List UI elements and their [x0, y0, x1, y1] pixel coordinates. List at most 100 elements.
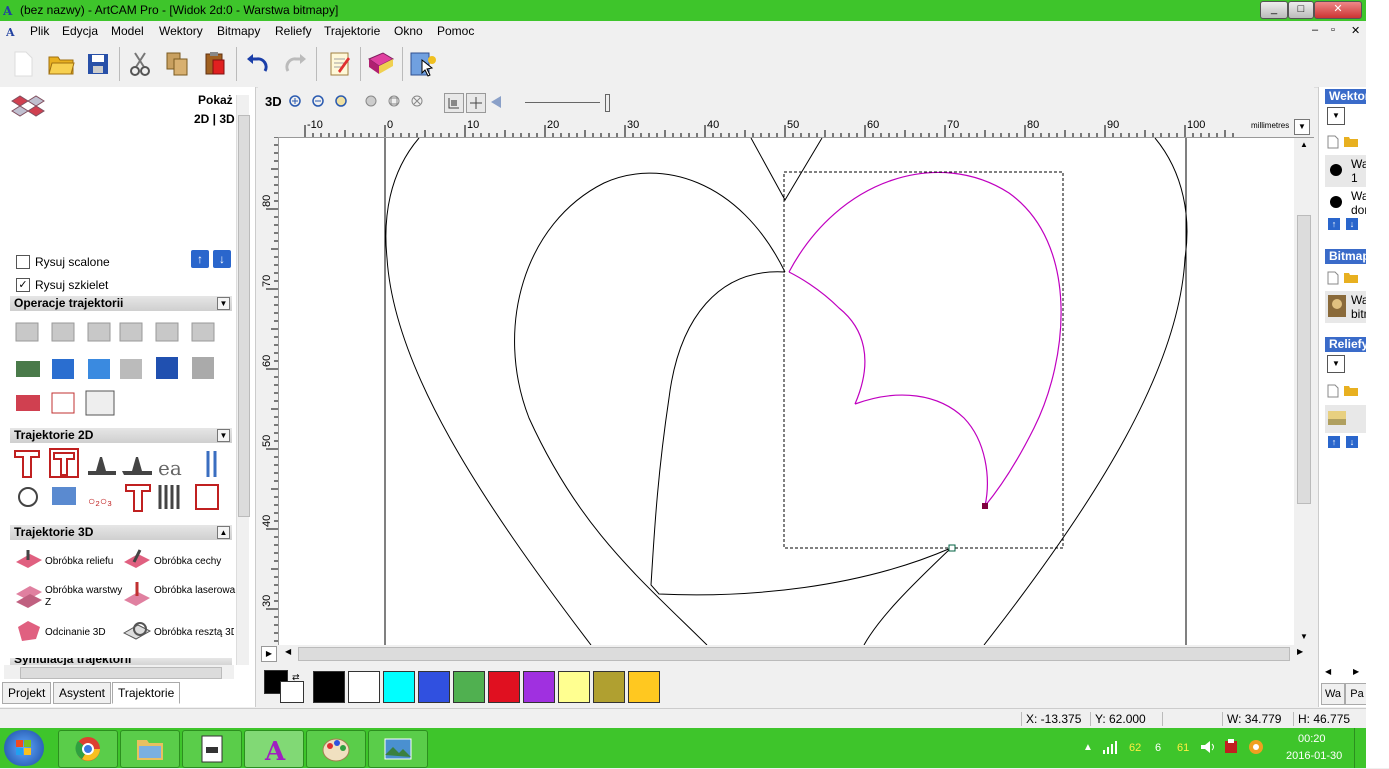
relief-layer-row[interactable] — [1325, 405, 1367, 433]
tp3d-relief-label[interactable]: Obróbka reliefu — [45, 556, 113, 567]
volume-icon[interactable] — [1200, 740, 1216, 757]
merged-checkbox[interactable] — [16, 255, 30, 269]
color-swatch[interactable] — [313, 671, 345, 703]
minimize-button[interactable]: _ — [1260, 1, 1288, 19]
app-tray-icon[interactable] — [1248, 739, 1264, 758]
snap-grid-icon[interactable] — [444, 93, 464, 113]
reliefs-dropdown[interactable]: ▼ — [1327, 355, 1345, 373]
open-layer-icon[interactable] — [1343, 384, 1359, 399]
mdi-minimize-icon[interactable]: – — [1312, 24, 1318, 36]
outer-heart-right[interactable] — [983, 138, 1188, 645]
snap-object-icon[interactable] — [466, 93, 486, 113]
copy-icon[interactable] — [162, 49, 192, 79]
scroll-thumb[interactable] — [298, 647, 1290, 661]
clock-time[interactable]: 00:20 — [1298, 733, 1326, 745]
color-swatch[interactable] — [453, 671, 485, 703]
move-down-button[interactable]: ↓ — [213, 250, 231, 268]
bitmap-layer-label[interactable]: Warstwa bitmapy — [1351, 293, 1367, 321]
vector-node-handle[interactable] — [982, 503, 988, 509]
paste-icon[interactable] — [200, 49, 230, 79]
color-swatch[interactable] — [593, 671, 625, 703]
skeleton-checkbox[interactable]: ✓ — [16, 278, 30, 292]
vector-drawing[interactable] — [279, 138, 1294, 645]
save-icon[interactable] — [83, 49, 113, 79]
vector-layer-label[interactable]: Warstwa 1 — [1351, 157, 1367, 185]
swap-colors-icon[interactable]: ⇄ — [292, 672, 300, 683]
feature-machining-icon[interactable] — [122, 548, 152, 572]
3d-cutout-icon[interactable] — [14, 619, 44, 643]
canvas-hscroll[interactable]: ▶ ◀ ▶ — [258, 645, 1314, 662]
color-swatch[interactable] — [383, 671, 415, 703]
zoom-fit-icon[interactable] — [334, 94, 350, 113]
bitmap-layer-row[interactable]: Warstwa bitmapy — [1325, 291, 1367, 323]
new-layer-icon[interactable] — [1327, 271, 1339, 288]
units-dropdown[interactable]: ▼ — [1294, 119, 1310, 135]
menu-pomoc[interactable]: Pomoc — [437, 24, 474, 38]
layer-up-button[interactable]: ↑ — [1328, 436, 1340, 448]
section-toolpath-ops[interactable]: Operacje trajektorii ▼ — [10, 296, 232, 311]
rest-machining-icon[interactable] — [122, 619, 152, 643]
layer-visibility-icon[interactable] — [1330, 164, 1342, 176]
view-mode-toggle[interactable]: 2D | 3D — [194, 112, 235, 126]
menu-edycja[interactable]: Edycja — [62, 24, 98, 38]
z-level-machining-icon[interactable] — [14, 582, 44, 610]
collapse-arrow-icon[interactable]: ▼ — [217, 297, 230, 310]
start-button[interactable] — [4, 730, 44, 766]
close-button[interactable]: ✕ — [1314, 1, 1362, 19]
undo-icon[interactable] — [243, 49, 273, 79]
scroll-up-icon[interactable]: ▲ — [1300, 140, 1308, 149]
tab-asystent[interactable]: Asystent — [53, 682, 112, 704]
document-taskbar-icon[interactable] — [182, 730, 242, 768]
hscroll-toggle-icon[interactable]: ▶ — [261, 646, 277, 662]
menu-wektory[interactable]: Wektory — [159, 24, 203, 38]
explorer-taskbar-icon[interactable] — [120, 730, 180, 768]
menu-plik[interactable]: Plik — [30, 24, 49, 38]
color-swatch[interactable] — [418, 671, 450, 703]
mdi-restore-icon[interactable]: ▫ — [1331, 24, 1335, 36]
menu-okno[interactable]: Okno — [394, 24, 423, 38]
open-layer-icon[interactable] — [1343, 271, 1359, 286]
3d-view-button[interactable]: 3D — [265, 94, 282, 109]
artcam-taskbar-icon[interactable]: A — [244, 730, 304, 768]
canvas-vscroll[interactable]: ▲ ▼ — [1295, 138, 1313, 645]
maximize-button[interactable]: □ — [1288, 1, 1314, 19]
collapse-arrow-icon[interactable]: ▲ — [217, 526, 230, 539]
relief-machining-icon[interactable] — [14, 548, 44, 572]
outer-heart-cusp[interactable] — [750, 138, 823, 202]
zoom-in-icon[interactable] — [288, 94, 304, 113]
color-swatch[interactable] — [523, 671, 555, 703]
layer-visibility-icon[interactable] — [1330, 196, 1342, 208]
tp3d-feature-label[interactable]: Obróbka cechy — [154, 556, 221, 567]
left-panel-hscroll[interactable] — [4, 665, 234, 679]
app-menu-icon[interactable]: A — [5, 24, 22, 39]
redo-icon[interactable] — [280, 49, 310, 79]
selection-bounding-box[interactable] — [783, 171, 1064, 549]
show-hidden-icons[interactable]: ▲ — [1083, 742, 1093, 753]
cut-icon[interactable] — [125, 49, 155, 79]
photo-viewer-taskbar-icon[interactable] — [368, 730, 428, 768]
tab-right-layers[interactable]: Wa — [1321, 683, 1345, 705]
vectors-dropdown[interactable]: ▼ — [1327, 107, 1345, 125]
new-file-icon[interactable] — [8, 49, 38, 79]
vector-start-node[interactable] — [948, 544, 956, 552]
scroll-right-icon[interactable]: ▶ — [1353, 667, 1359, 676]
selected-heart-vector[interactable] — [788, 171, 1062, 507]
color-swatch[interactable] — [488, 671, 520, 703]
menu-reliefy[interactable]: Reliefy — [275, 24, 312, 38]
chrome-taskbar-icon[interactable] — [58, 730, 118, 768]
drawing-canvas[interactable] — [279, 138, 1294, 645]
new-layer-icon[interactable] — [1327, 384, 1339, 401]
vector-layer-row[interactable]: Warstwa 1 — [1325, 155, 1367, 187]
menu-trajektorie[interactable]: Trajektorie — [324, 24, 380, 38]
color-swatch[interactable] — [628, 671, 660, 703]
scroll-thumb[interactable] — [1297, 215, 1311, 504]
scroll-right-icon[interactable]: ▶ — [1297, 647, 1303, 656]
menu-bitmapy[interactable]: Bitmapy — [217, 24, 260, 38]
scroll-thumb[interactable] — [238, 115, 250, 517]
color-swatch[interactable] — [558, 671, 590, 703]
whats-this-icon[interactable] — [408, 49, 438, 79]
laser-machining-icon[interactable] — [122, 582, 152, 610]
zoom-window-icon[interactable] — [387, 94, 403, 113]
security-tray-icon[interactable] — [1224, 739, 1238, 758]
help-book-icon[interactable] — [366, 49, 396, 79]
